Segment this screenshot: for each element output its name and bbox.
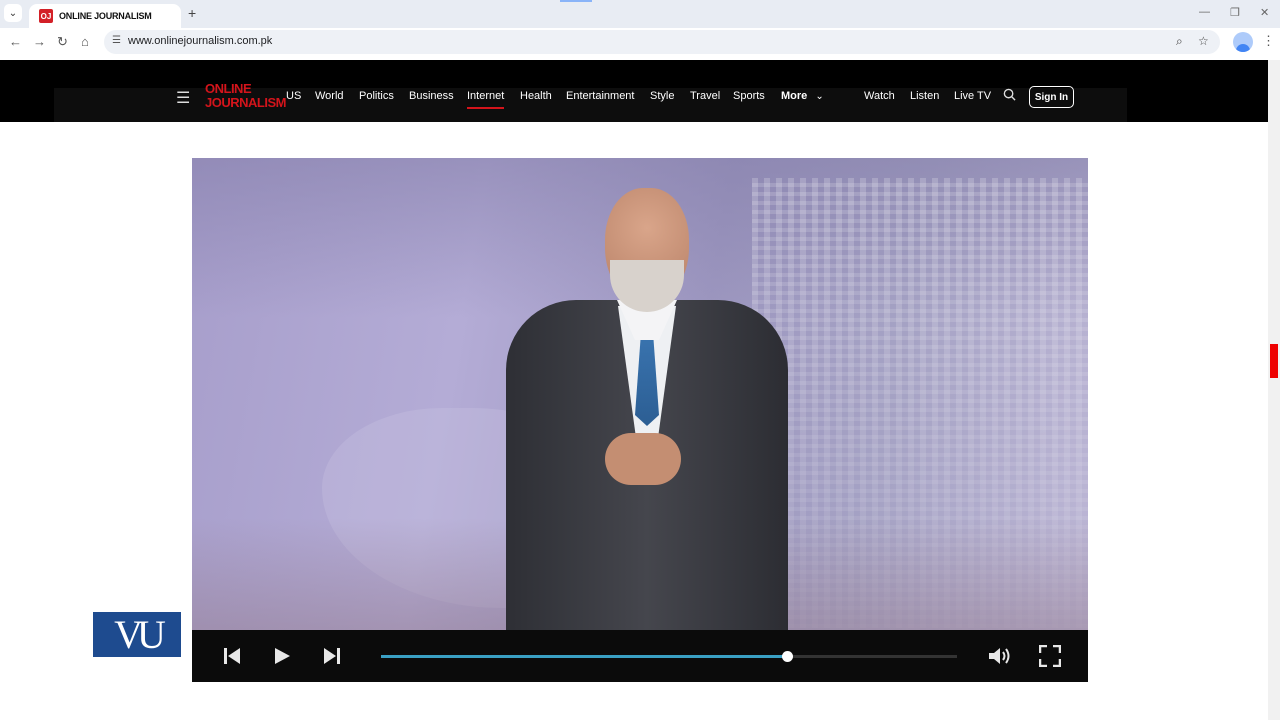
player-controls	[192, 630, 1088, 682]
back-icon[interactable]: ←	[9, 34, 22, 49]
nav-travel[interactable]: Travel	[690, 90, 720, 102]
presenter-hands	[605, 433, 681, 485]
browser-tab[interactable]: OJ ONLINE JOURNALISM	[29, 4, 181, 28]
zoom-icon[interactable]: ⌕	[1176, 34, 1183, 49]
tab-search-button[interactable]: ⌄	[4, 4, 22, 22]
sign-in-button[interactable]: Sign In	[1029, 86, 1074, 108]
nav-internet[interactable]: Internet	[467, 90, 505, 109]
nav-sports[interactable]: Sports	[733, 90, 765, 102]
minimize-icon[interactable]: —	[1199, 6, 1210, 18]
browser-toolbar: ← → ↻ ⌂ ☰ www.onlinejournalism.com.pk ⌕ …	[0, 28, 1280, 56]
nav-watch[interactable]: Watch	[864, 90, 895, 102]
nav-business[interactable]: Business	[409, 90, 454, 102]
nav-politics[interactable]: Politics	[359, 90, 394, 102]
page-scrollbar[interactable]	[1268, 60, 1280, 720]
nav-live-tv[interactable]: Live TV	[954, 90, 991, 102]
progress-bar[interactable]	[381, 651, 957, 662]
address-bar[interactable]: ☰ www.onlinejournalism.com.pk ⌕ ☆	[104, 30, 1220, 54]
play-icon[interactable]	[272, 646, 292, 666]
profile-avatar[interactable]	[1233, 32, 1253, 52]
site-logo[interactable]: ONLINE JOURNALISM	[205, 82, 286, 110]
home-icon[interactable]: ⌂	[81, 34, 89, 49]
hamburger-menu-icon[interactable]: ☰	[176, 88, 190, 108]
close-window-icon[interactable]: ✕	[1260, 6, 1269, 19]
url-text[interactable]: www.onlinejournalism.com.pk	[128, 35, 272, 47]
accent-line	[560, 0, 592, 2]
new-tab-icon[interactable]: +	[188, 5, 196, 21]
search-icon[interactable]	[1003, 88, 1016, 101]
tab-title: ONLINE JOURNALISM	[59, 11, 152, 21]
logo-line2: JOURNALISM	[205, 95, 286, 110]
nav-world[interactable]: World	[315, 90, 344, 102]
nav-listen[interactable]: Listen	[910, 90, 939, 102]
nav-style[interactable]: Style	[650, 90, 674, 102]
presenter-figure	[502, 188, 792, 633]
reload-icon[interactable]: ↻	[57, 34, 68, 50]
video-player[interactable]	[192, 158, 1088, 682]
browser-tab-strip: ⌄ OJ ONLINE JOURNALISM + — ❐ ✕	[0, 0, 1280, 28]
nav-us[interactable]: US	[286, 90, 301, 102]
forward-icon[interactable]: →	[33, 34, 46, 49]
nav-more[interactable]: More ⌄	[781, 90, 824, 102]
skip-next-icon[interactable]	[322, 646, 342, 666]
progress-fill	[381, 655, 788, 658]
logo-line1: ONLINE	[205, 81, 252, 96]
restore-icon[interactable]: ❐	[1230, 6, 1240, 19]
site-info-icon[interactable]: ☰	[112, 35, 121, 46]
scroll-marker	[1270, 344, 1278, 378]
chevron-down-icon: ⌄	[815, 91, 824, 102]
nav-entertainment[interactable]: Entertainment	[566, 90, 634, 102]
browser-menu-icon[interactable]: ⋮	[1262, 33, 1275, 49]
site-favicon-icon: OJ	[39, 9, 53, 23]
site-header: ☰ ONLINE JOURNALISM US World Politics Bu…	[0, 60, 1268, 122]
nav-more-label: More	[781, 90, 808, 102]
nav-health[interactable]: Health	[520, 90, 552, 102]
skip-previous-icon[interactable]	[222, 646, 242, 666]
vu-logo: VU	[93, 612, 181, 657]
bookmark-star-icon[interactable]: ☆	[1198, 34, 1209, 48]
progress-scrubber[interactable]	[782, 651, 794, 662]
fullscreen-icon[interactable]	[1039, 645, 1061, 667]
volume-icon[interactable]	[988, 646, 1014, 666]
